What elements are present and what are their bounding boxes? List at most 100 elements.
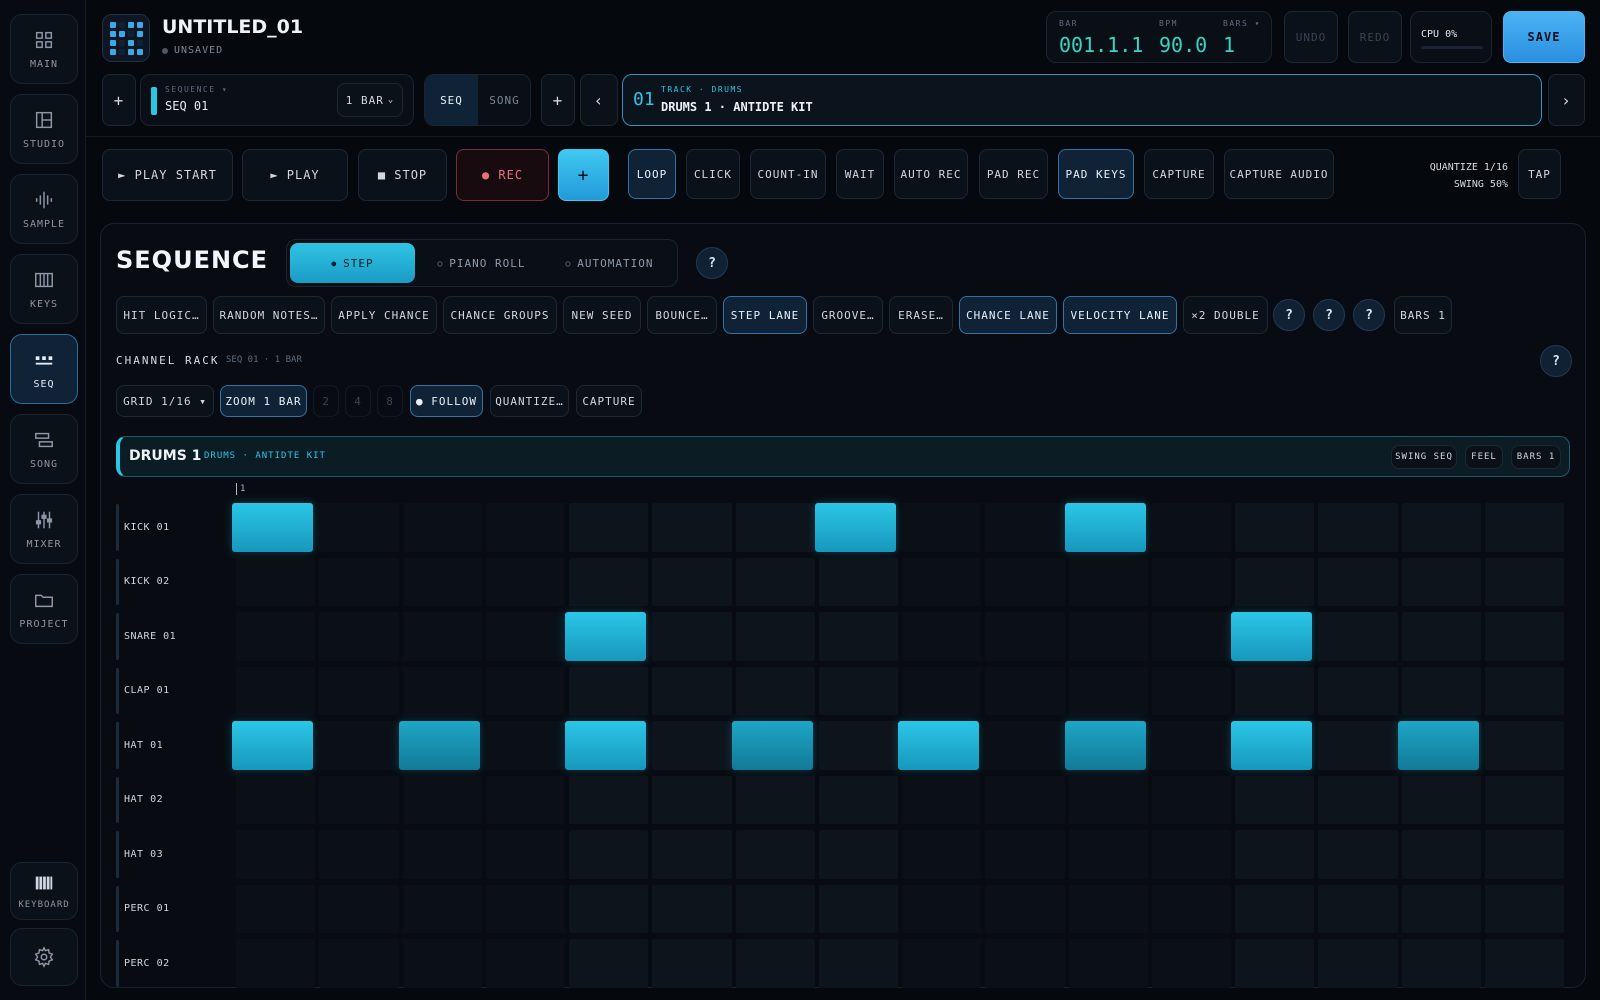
settings-button[interactable]	[10, 928, 78, 986]
step-cell[interactable]	[902, 775, 982, 824]
step-cell[interactable]	[485, 884, 565, 933]
row-label-hat-01[interactable]: HAT 01	[116, 718, 216, 773]
step-cell[interactable]	[735, 612, 815, 661]
step-cell[interactable]	[236, 612, 316, 661]
step-cell[interactable]	[569, 557, 649, 606]
step-cell[interactable]	[1318, 503, 1398, 552]
step-cell[interactable]	[402, 612, 482, 661]
step-cell[interactable]	[319, 939, 399, 988]
step-cell[interactable]	[652, 666, 732, 715]
active-step[interactable]	[232, 721, 314, 770]
new-seed-button[interactable]: NEW SEED	[563, 296, 641, 334]
bars-value[interactable]: 1	[1223, 33, 1235, 57]
step-cell[interactable]	[485, 503, 565, 552]
step-cell[interactable]	[1401, 775, 1481, 824]
step-cell[interactable]	[236, 939, 316, 988]
step-cell[interactable]	[1068, 775, 1148, 824]
click-toggle[interactable]: CLICK	[686, 149, 740, 199]
step-cell[interactable]	[1401, 830, 1481, 879]
active-step[interactable]	[1064, 503, 1146, 552]
step-cell[interactable]	[319, 666, 399, 715]
bars-button[interactable]: BARS 1	[1394, 296, 1452, 334]
step-cell[interactable]	[485, 666, 565, 715]
nav-seq[interactable]: SEQ	[10, 334, 78, 404]
step-cell[interactable]	[319, 612, 399, 661]
random-notes-button[interactable]: RANDOM NOTES…	[213, 296, 325, 334]
record-button[interactable]: ● REC	[456, 149, 549, 201]
step-cell[interactable]	[735, 666, 815, 715]
step-cell[interactable]	[236, 557, 316, 606]
zoom-1-bar-button[interactable]: ZOOM 1 BAR	[220, 385, 307, 417]
nav-sample[interactable]: SAMPLE	[10, 174, 78, 244]
step-cell[interactable]	[1235, 666, 1315, 715]
step-cell[interactable]	[902, 884, 982, 933]
step-cell[interactable]	[569, 830, 649, 879]
step-cell[interactable]	[569, 884, 649, 933]
tab-piano-roll[interactable]: ○ PIANO ROLL	[419, 243, 544, 283]
step-cell[interactable]	[652, 775, 732, 824]
step-cell[interactable]	[1401, 557, 1481, 606]
step-cell[interactable]	[1068, 557, 1148, 606]
next-track-button[interactable]: ›	[1548, 74, 1585, 126]
row-label-perc-02[interactable]: PERC 02	[116, 936, 216, 991]
step-cell[interactable]	[569, 666, 649, 715]
step-cell[interactable]	[1318, 721, 1398, 770]
step-cell[interactable]	[1068, 830, 1148, 879]
active-step[interactable]	[731, 721, 813, 770]
step-cell[interactable]	[1318, 830, 1398, 879]
nav-song[interactable]: SONG	[10, 414, 78, 484]
step-cell[interactable]	[818, 721, 898, 770]
step-cell[interactable]	[402, 939, 482, 988]
zoom-2-button[interactable]: 2	[313, 385, 339, 417]
sequence-selector[interactable]: SEQUENCE ▾ SEQ 01 1 BAR ⌄	[140, 74, 414, 126]
step-cell[interactable]	[985, 939, 1065, 988]
row-label-hat-02[interactable]: HAT 02	[116, 773, 216, 828]
undo-button[interactable]: UNDO	[1284, 11, 1338, 63]
nav-keys[interactable]: KEYS	[10, 254, 78, 324]
step-cell[interactable]	[1235, 557, 1315, 606]
step-cell[interactable]	[818, 666, 898, 715]
quantize-button[interactable]: QUANTIZE…	[490, 385, 569, 417]
step-cell[interactable]	[1151, 775, 1231, 824]
step-cell[interactable]	[485, 775, 565, 824]
step-cell[interactable]	[902, 666, 982, 715]
step-cell[interactable]	[402, 666, 482, 715]
step-cell[interactable]	[902, 939, 982, 988]
step-cell[interactable]	[1484, 503, 1564, 552]
step-cell[interactable]	[485, 612, 565, 661]
nav-project[interactable]: PROJECT	[10, 574, 78, 644]
active-step[interactable]	[565, 612, 647, 661]
step-cell[interactable]	[985, 721, 1065, 770]
bounce-button[interactable]: BOUNCE…	[647, 296, 717, 334]
step-cell[interactable]	[818, 557, 898, 606]
tap-tempo-button[interactable]: TAP	[1518, 149, 1561, 199]
step-cell[interactable]	[1151, 612, 1231, 661]
row-label-snare-01[interactable]: SNARE 01	[116, 609, 216, 664]
step-cell[interactable]	[818, 884, 898, 933]
row-label-hat-03[interactable]: HAT 03	[116, 827, 216, 882]
capture-toggle[interactable]: CAPTURE	[1144, 149, 1214, 199]
nav-studio[interactable]: STUDIO	[10, 94, 78, 164]
erase-button[interactable]: ERASE…	[889, 296, 953, 334]
active-step[interactable]	[232, 503, 314, 552]
track-header[interactable]: DRUMS 1 DRUMS · ANTIDTE KIT SWING SEQ FE…	[116, 436, 1570, 477]
step-cell[interactable]	[1068, 939, 1148, 988]
help-button-3[interactable]: ?	[1353, 299, 1385, 331]
step-cell[interactable]	[1401, 503, 1481, 552]
active-step[interactable]	[1231, 612, 1313, 661]
velocity-lane-button[interactable]: VELOCITY LANE	[1063, 296, 1177, 334]
double-button[interactable]: ×2 DOUBLE	[1183, 296, 1268, 334]
step-cell[interactable]	[902, 612, 982, 661]
step-cell[interactable]	[735, 775, 815, 824]
step-cell[interactable]	[319, 721, 399, 770]
step-cell[interactable]	[319, 503, 399, 552]
help-button[interactable]: ?	[696, 247, 728, 279]
step-cell[interactable]	[985, 666, 1065, 715]
step-cell[interactable]	[319, 557, 399, 606]
step-cell[interactable]	[652, 830, 732, 879]
step-cell[interactable]	[1318, 939, 1398, 988]
step-cell[interactable]	[1318, 612, 1398, 661]
step-cell[interactable]	[902, 503, 982, 552]
step-cell[interactable]	[1484, 666, 1564, 715]
sequence-length-select[interactable]: 1 BAR ⌄	[337, 83, 403, 117]
